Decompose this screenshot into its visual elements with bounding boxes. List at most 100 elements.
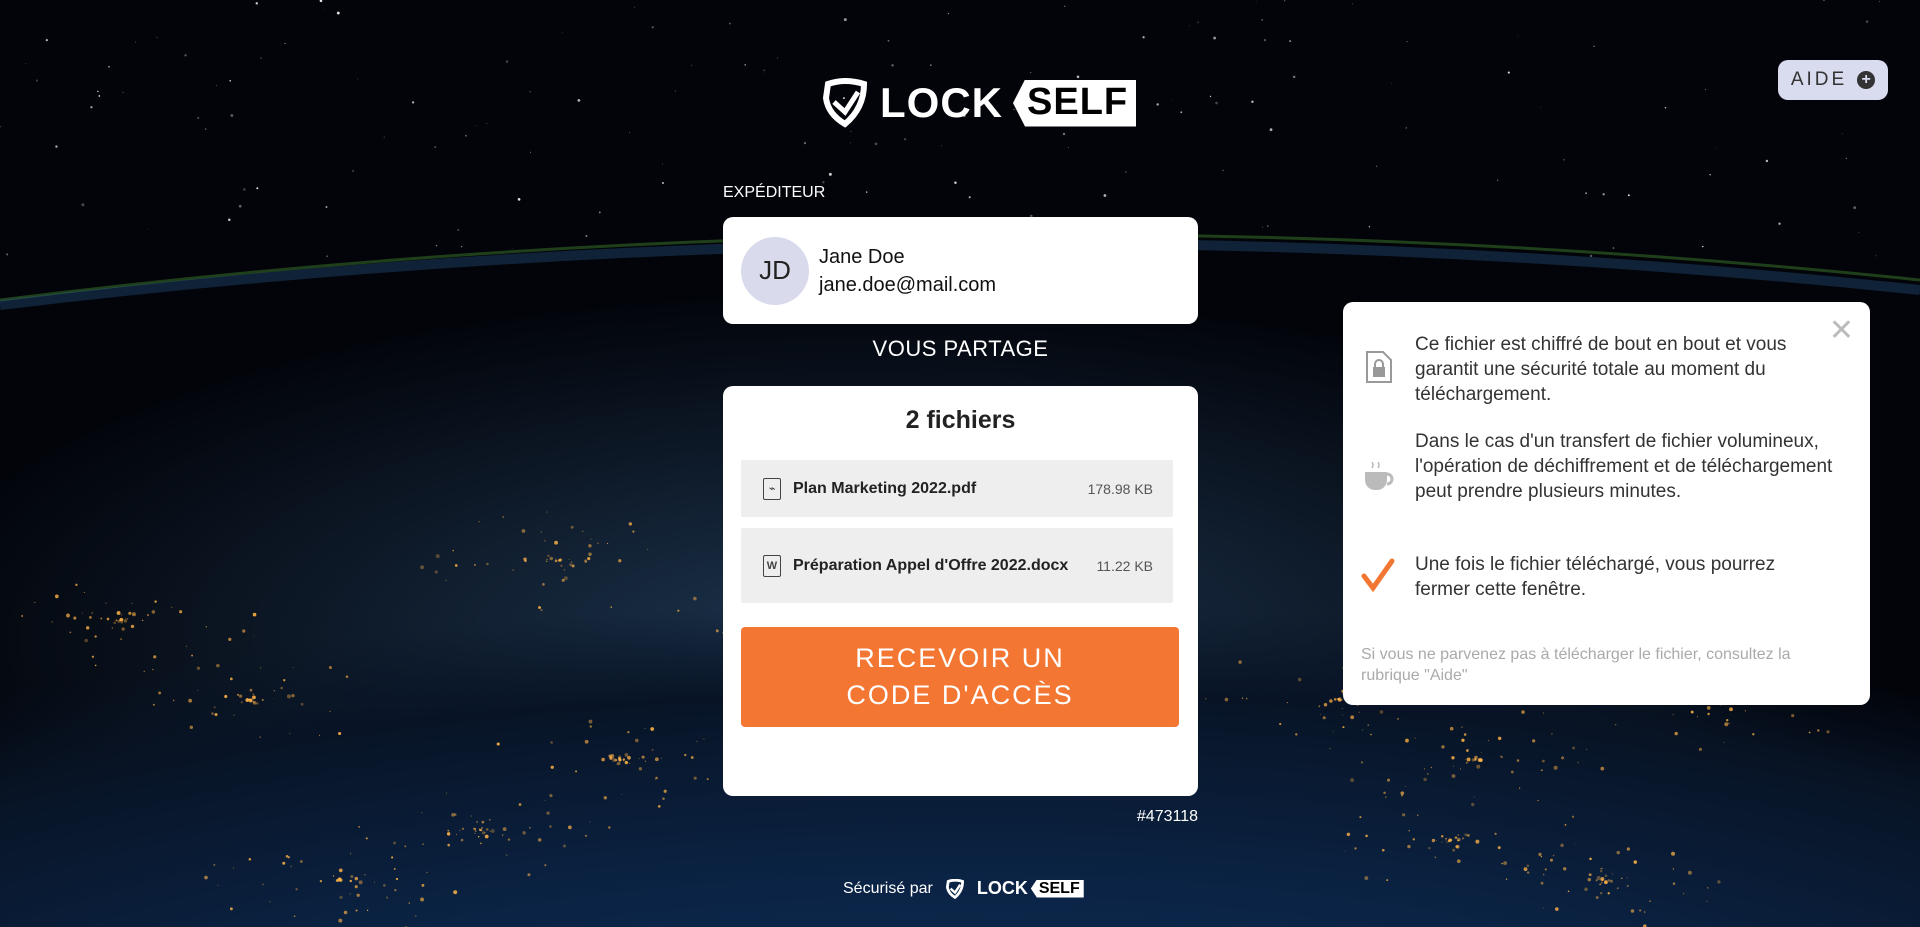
city-light-dot: [616, 761, 621, 766]
city-light-dot: [557, 559, 559, 561]
city-light-dot: [1672, 868, 1675, 870]
city-light-dot: [521, 529, 526, 533]
city-light-dot: [474, 832, 476, 834]
star-dot: [874, 142, 878, 146]
star-dot: [147, 228, 149, 230]
file-row[interactable]: ⌁ Plan Marketing 2022.pdf 178.98 KB: [741, 460, 1173, 517]
city-light-dot: [651, 748, 654, 751]
city-light-dot: [171, 606, 173, 608]
city-light-dot: [644, 760, 647, 762]
city-light-dot: [638, 767, 643, 771]
city-light-dot: [1370, 733, 1372, 736]
city-light-dot: [1521, 710, 1525, 714]
city-light-dot: [447, 843, 450, 847]
city-light-dot: [252, 612, 257, 617]
star-dot: [1562, 158, 1565, 161]
city-light-dot: [293, 915, 296, 918]
star-dot: [156, 36, 158, 38]
city-light-dot: [1457, 839, 1460, 842]
help-button[interactable]: AIDE +: [1778, 60, 1888, 100]
city-light-dot: [459, 830, 461, 832]
file-name: Préparation Appel d'Offre 2022.docx: [793, 557, 1069, 574]
city-light-dot: [603, 796, 607, 800]
star-dot: [1180, 111, 1183, 114]
star-dot: [850, 142, 852, 144]
city-light-dot: [618, 758, 622, 762]
star-dot: [1368, 226, 1371, 228]
city-light-dot: [654, 779, 657, 781]
city-light-dot: [547, 554, 550, 557]
city-light-dot: [1466, 757, 1471, 762]
city-light-dot: [627, 730, 630, 734]
city-light-dot: [1360, 761, 1364, 764]
star-dot: [1406, 41, 1408, 43]
city-light-dot: [1452, 765, 1455, 767]
city-light-dot: [518, 803, 522, 806]
city-light-dot: [1487, 739, 1490, 742]
shield-logo-icon: [822, 78, 868, 128]
receive-access-code-button[interactable]: RECEVOIR UN CODE D'ACCÈS: [741, 627, 1179, 727]
city-light-dot: [152, 703, 155, 706]
star-dot: [691, 64, 693, 66]
city-light-dot: [1626, 847, 1630, 851]
city-light-dot: [489, 829, 491, 831]
city-light-dot: [1400, 791, 1405, 795]
city-light-dot: [634, 738, 639, 743]
city-light-dot: [84, 638, 88, 643]
city-light-dot: [481, 831, 486, 835]
sender-section-label: EXPÉDITEUR: [723, 184, 826, 201]
city-light-dot: [300, 860, 303, 863]
city-light-dot: [1408, 830, 1410, 832]
city-light-dot: [627, 755, 631, 760]
star-dot: [744, 64, 746, 66]
city-light-dot: [1396, 717, 1399, 720]
help-note: Si vous ne parvenez pas à télécharger le…: [1361, 646, 1791, 684]
city-light-dot: [1424, 768, 1426, 770]
city-light-dot: [1532, 739, 1536, 743]
city-light-dot: [1540, 769, 1543, 772]
city-light-dot: [522, 831, 526, 835]
star-dot: [1517, 35, 1519, 37]
city-light-dot: [597, 542, 599, 545]
file-row[interactable]: W Préparation Appel d'Offre 2022.docx 11…: [741, 528, 1173, 603]
city-light-dot: [1426, 772, 1429, 775]
city-light-dot: [242, 629, 246, 633]
city-light-dot: [608, 826, 611, 829]
star-dot: [464, 134, 467, 137]
city-light-dot: [224, 694, 228, 699]
star-dot: [598, 211, 601, 214]
city-light-dot: [606, 542, 609, 545]
city-light-dot: [480, 829, 483, 832]
city-light-dot: [655, 776, 658, 780]
city-light-dot: [563, 576, 568, 581]
star-dot: [1171, 99, 1172, 101]
city-light-dot: [624, 753, 629, 757]
city-light-dot: [283, 679, 286, 682]
city-light-dot: [1454, 836, 1458, 840]
city-light-dot: [300, 702, 304, 706]
city-light-dot: [610, 606, 613, 608]
city-light-dot: [335, 878, 339, 882]
lockself-logo: LOCK SELF: [820, 78, 1137, 128]
city-light-dot: [486, 562, 489, 566]
city-light-dot: [131, 602, 133, 604]
city-light-dot: [481, 820, 485, 824]
city-light-dot: [141, 619, 144, 622]
star-dot: [661, 181, 664, 184]
city-light-dot: [1589, 857, 1592, 861]
avatar: JD: [741, 236, 809, 305]
city-light-dot: [1537, 799, 1539, 802]
city-light-dot: [1604, 874, 1608, 877]
shares-label: VOUS PARTAGE: [872, 336, 1049, 361]
city-light-dot: [1381, 848, 1385, 852]
city-light-dot: [83, 591, 85, 594]
star-dot: [238, 204, 242, 208]
city-light-dot: [1752, 733, 1755, 736]
city-light-dot: [1526, 864, 1530, 868]
star-dot: [941, 145, 943, 147]
file-name: Plan Marketing 2022.pdf: [793, 480, 977, 497]
city-light-dot: [245, 698, 250, 702]
reference-number: #473118: [1136, 808, 1198, 825]
city-light-dot: [540, 609, 543, 612]
star-dot: [1352, 3, 1354, 5]
